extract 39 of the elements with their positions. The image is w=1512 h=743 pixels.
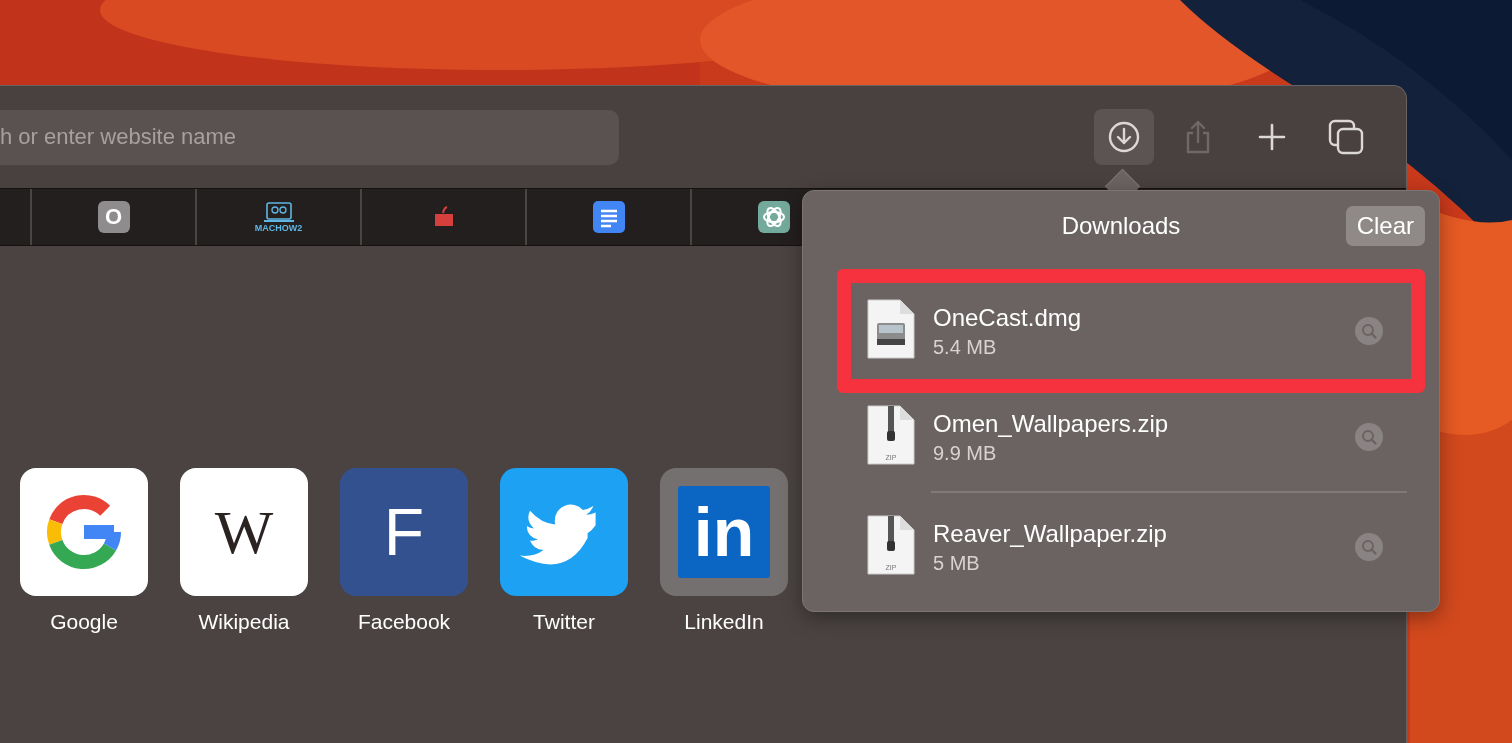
site-label: Facebook xyxy=(357,610,451,634)
document-icon xyxy=(592,201,625,233)
reveal-button[interactable] xyxy=(1355,533,1383,561)
site-tile[interactable]: W xyxy=(180,468,308,596)
site-tile[interactable]: in xyxy=(660,468,788,596)
search-icon xyxy=(1361,429,1377,445)
download-icon xyxy=(1108,121,1140,153)
tabs-icon xyxy=(1328,119,1364,155)
search-icon xyxy=(1361,539,1377,555)
site-label: Twitter xyxy=(533,610,595,634)
file-size: 5.4 MB xyxy=(933,335,998,359)
downloads-button[interactable] xyxy=(1094,109,1154,165)
file-name: OneCast.dmg xyxy=(933,303,1083,332)
plus-icon xyxy=(1258,123,1286,151)
clear-button[interactable]: Clear xyxy=(1345,206,1425,246)
knot-icon xyxy=(757,201,790,233)
reveal-button[interactable] xyxy=(1355,423,1383,451)
reveal-button[interactable] xyxy=(1355,317,1383,345)
file-name: Omen_Wallpapers.zip xyxy=(933,409,1170,438)
file-size: 5 MB xyxy=(933,551,981,575)
site-label: Wikipedia xyxy=(198,610,290,634)
address-field[interactable]: h or enter website name xyxy=(0,109,619,165)
bookmark-icon[interactable]: O xyxy=(97,201,130,233)
site-tile[interactable] xyxy=(20,468,148,596)
logo-letter: in xyxy=(678,486,770,578)
disk-image-file-icon xyxy=(867,299,915,359)
laptop-icon[interactable]: MACHOW2 xyxy=(254,201,303,233)
site-tile[interactable]: F xyxy=(340,468,468,596)
site-label: LinkedIn xyxy=(684,610,764,634)
file-size: 9.9 MB xyxy=(933,441,998,465)
site-tile[interactable] xyxy=(500,468,628,596)
laptop-drawing xyxy=(263,201,294,223)
logo-caption: MACHOW2 xyxy=(254,222,303,233)
site-label: Google xyxy=(50,610,118,634)
popover-title: Downloads xyxy=(1061,212,1181,240)
file-name: Reaver_Wallpaper.zip xyxy=(933,519,1168,548)
logo-letter: W xyxy=(214,496,274,568)
logo-letter: F xyxy=(383,494,425,570)
search-icon xyxy=(1361,323,1377,339)
